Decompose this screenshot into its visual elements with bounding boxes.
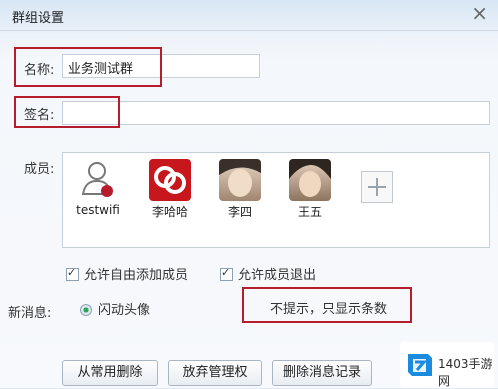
new-message-label: 新消息: [8, 306, 52, 321]
title-bar: 群组设置 × [0, 0, 498, 31]
flash-avatar-radio[interactable]: 闪动头像 [80, 299, 150, 318]
members-panel: testwifi 李哈哈 李四 王五 [62, 152, 490, 248]
delete-record-button[interactable]: 删除消息记录 [272, 360, 372, 386]
portrait-avatar [219, 159, 261, 201]
allow-exit-label: 允许成员退出 [238, 268, 317, 283]
highlight-sign [14, 96, 120, 128]
window-title: 群组设置 [12, 11, 65, 26]
member-lisi[interactable]: 李四 [213, 159, 267, 220]
user-silhouette-icon [77, 159, 119, 201]
give-up-admin-button[interactable]: 放弃管理权 [168, 360, 262, 386]
member-lihaha[interactable]: 李哈哈 [143, 159, 197, 220]
member-name: 李哈哈 [151, 205, 188, 219]
member-name: 王五 [297, 205, 322, 219]
remove-common-button[interactable]: 从常用删除 [62, 360, 158, 386]
count-only-option[interactable]: 不提示，只显示条数 [270, 298, 387, 317]
members-label: 成员: [24, 162, 55, 177]
member-testwifi[interactable]: testwifi [71, 159, 125, 217]
portrait-avatar [289, 159, 331, 201]
site-logo: 1403手游网 [400, 342, 494, 388]
add-member-button[interactable] [361, 171, 393, 203]
brand-text: 1403手游网 [438, 357, 493, 388]
allow-add-checkbox[interactable]: 允许自由添加成员 [66, 264, 188, 283]
checkbox-checked-icon [220, 266, 233, 281]
group-settings-window: 群组设置 × 名称: 业务测试群 签名: 成员: testwifi 李哈哈 李四… [0, 0, 498, 388]
member-name: 李四 [227, 205, 252, 219]
checkbox-checked-icon [66, 266, 79, 281]
allow-exit-checkbox[interactable]: 允许成员退出 [220, 264, 316, 283]
radio-selected-icon [80, 304, 92, 316]
member-wangwu[interactable]: 王五 [283, 159, 337, 220]
close-icon[interactable]: × [471, 3, 488, 23]
flash-avatar-label: 闪动头像 [98, 303, 151, 318]
red-swirl-avatar [149, 159, 191, 201]
member-name: testwifi [76, 203, 120, 217]
allow-add-label: 允许自由添加成员 [84, 268, 189, 283]
group-sign-input[interactable] [62, 101, 490, 125]
highlight-name [14, 47, 162, 87]
